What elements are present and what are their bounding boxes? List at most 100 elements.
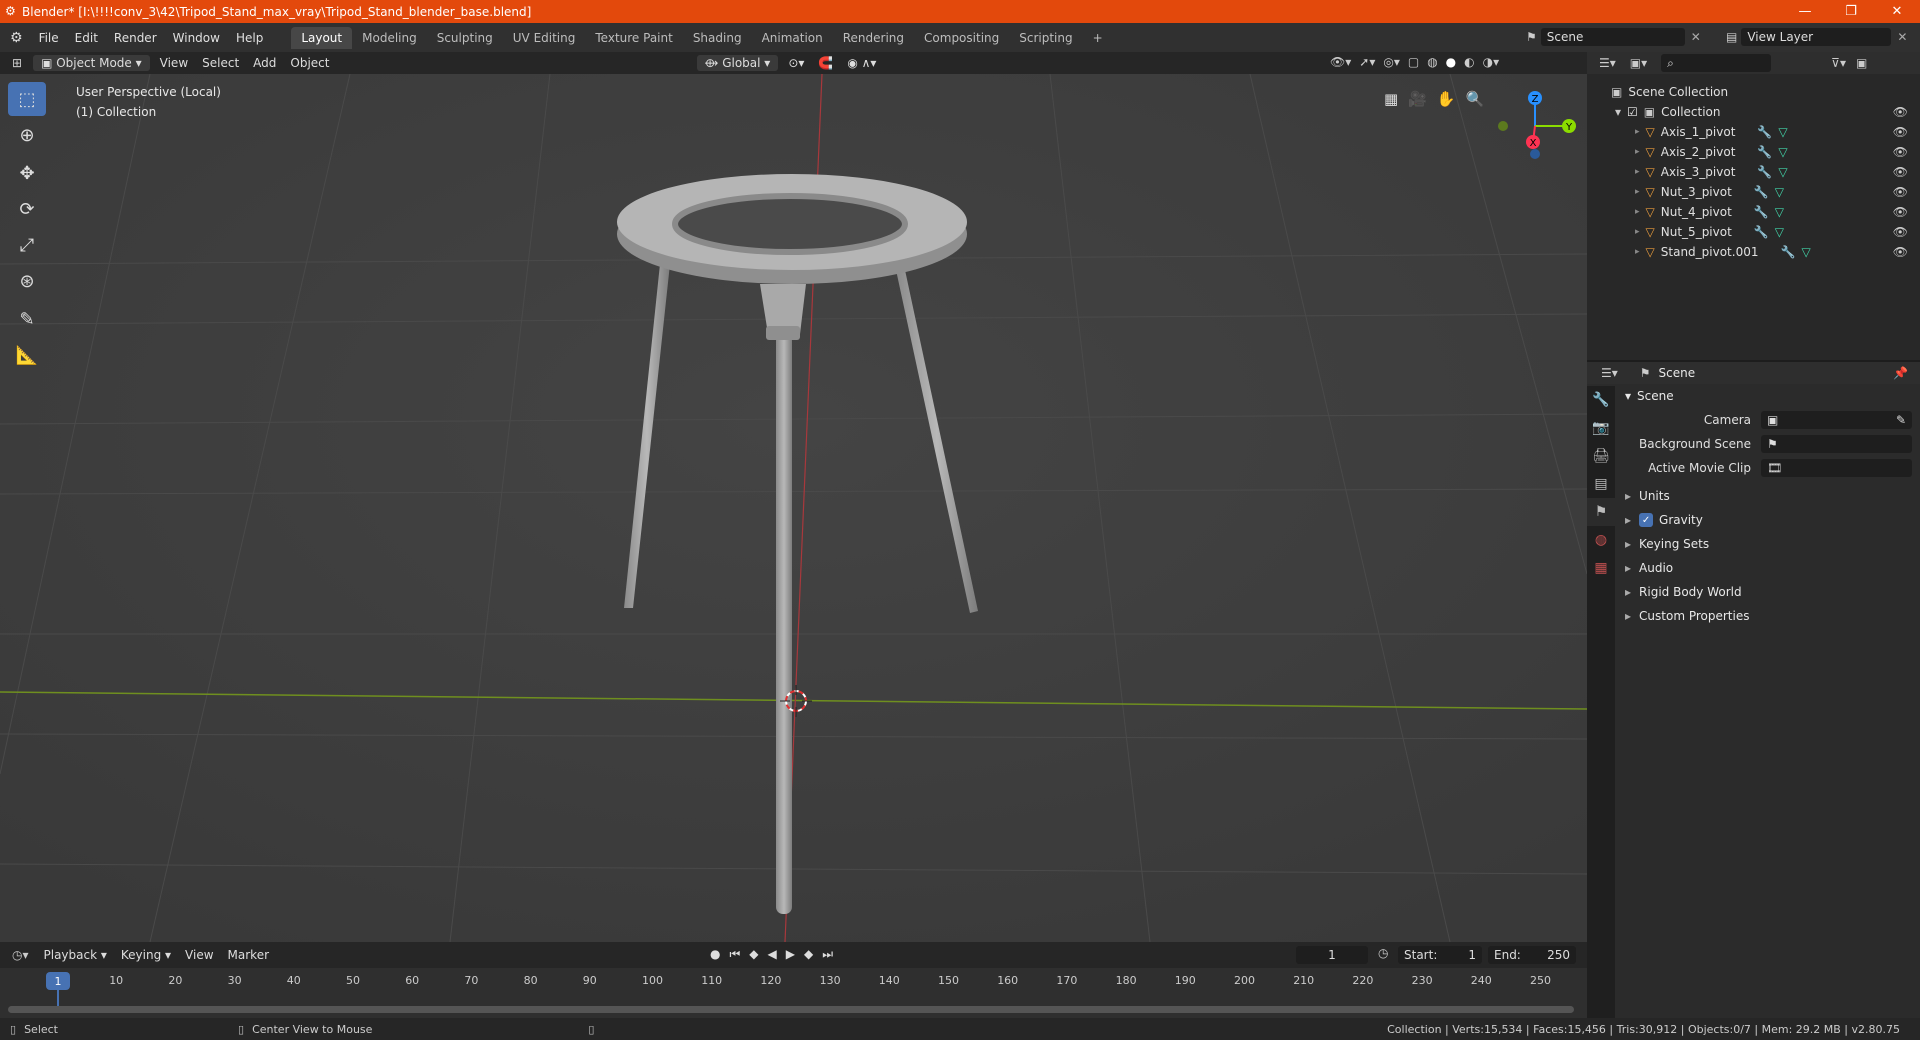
modifier-icon[interactable]: 🔧 (1754, 185, 1769, 199)
outliner-item[interactable]: ▸ ▽ Nut_5_pivot 🔧 ▽ 👁 (1587, 222, 1920, 242)
mesh-data-icon[interactable]: ▽ (1801, 245, 1810, 259)
tab-animation[interactable]: Animation (752, 27, 833, 49)
modifier-icon[interactable]: 🔧 (1757, 125, 1772, 139)
end-frame-field[interactable]: End: 250 (1488, 946, 1576, 964)
outliner-editor-icon[interactable]: ☰▾ (1599, 56, 1616, 70)
proportional-edit-icon[interactable]: ◉ ∧▾ (840, 56, 883, 70)
output-tab-icon[interactable]: 🖨 (1587, 442, 1615, 470)
menu-window[interactable]: Window (165, 31, 228, 45)
viewport-menu-select[interactable]: Select (195, 56, 246, 70)
eye-icon[interactable]: 👁 (1893, 105, 1908, 119)
eye-icon[interactable]: 👁 (1893, 125, 1908, 139)
overlay-toggle-icon[interactable]: ◎▾ (1383, 55, 1400, 69)
record-icon[interactable]: ● (710, 947, 720, 962)
solid-shading-icon[interactable]: ● (1446, 55, 1456, 69)
annotate-tool[interactable]: ✎ (8, 302, 46, 336)
outliner-item[interactable]: ▸ ▽ Axis_1_pivot 🔧 ▽ 👁 (1587, 122, 1920, 142)
zoom-view-icon[interactable]: 🔍 (1466, 90, 1485, 108)
current-frame-field[interactable]: 1 (1296, 946, 1368, 964)
modifier-icon[interactable]: 🔧 (1757, 165, 1772, 179)
timeline-menu-view[interactable]: View (178, 948, 220, 962)
scale-tool[interactable]: ⤢ (8, 228, 46, 262)
tab-uv-editing[interactable]: UV Editing (503, 27, 586, 49)
start-frame-field[interactable]: Start: 1 (1398, 946, 1482, 964)
tab-modeling[interactable]: Modeling (352, 27, 427, 49)
outliner-item[interactable]: ▸ ▽ Nut_4_pivot 🔧 ▽ 👁 (1587, 202, 1920, 222)
mesh-data-icon[interactable]: ▽ (1778, 125, 1787, 139)
close-window-button[interactable]: ✕ (1874, 0, 1920, 23)
expand-arrow-icon[interactable]: ▸ (1635, 227, 1640, 237)
3d-viewport[interactable]: Z Y X User Perspective (Local) (1) Colle… (0, 74, 1587, 942)
menu-render[interactable]: Render (106, 31, 165, 45)
viewport-menu-add[interactable]: Add (246, 56, 283, 70)
menu-file[interactable]: File (31, 31, 67, 45)
gravity-panel[interactable]: ▸ ✓ Gravity (1625, 508, 1912, 532)
jump-end-icon[interactable]: ⏭ (822, 947, 833, 962)
minimize-button[interactable]: — (1782, 0, 1828, 23)
xray-icon[interactable]: ▢ (1408, 55, 1419, 69)
display-mode-icon[interactable]: ▣▾ (1630, 56, 1647, 70)
modifier-icon[interactable]: 🔧 (1780, 245, 1795, 259)
mesh-data-icon[interactable]: ▽ (1775, 205, 1784, 219)
remove-view-layer-icon[interactable]: ✕ (1897, 30, 1907, 44)
play-icon[interactable]: ▶ (786, 947, 795, 962)
gravity-checkbox[interactable]: ✓ (1639, 513, 1654, 527)
custom-properties-panel[interactable]: ▸ Custom Properties (1625, 604, 1912, 628)
tool-tab-icon[interactable]: 🔧 (1587, 386, 1615, 414)
editor-type-icon[interactable]: ⊞ (12, 56, 22, 70)
expand-arrow-icon[interactable]: ▸ (1635, 207, 1640, 217)
grid-view-icon[interactable]: ▦ (1384, 90, 1398, 108)
visibility-icon[interactable]: 👁▾ (1330, 55, 1351, 69)
eye-icon[interactable]: 👁 (1893, 165, 1908, 179)
world-tab-icon[interactable]: ◍ (1587, 526, 1615, 554)
object-mode-dropdown[interactable]: ▣ Object Mode ▾ (33, 55, 150, 71)
wireframe-shading-icon[interactable]: ◍ (1427, 55, 1437, 69)
expand-arrow-icon[interactable]: ▸ (1635, 167, 1640, 177)
next-keyframe-icon[interactable]: ◆ (804, 947, 813, 962)
snap-icon[interactable]: 🧲 (811, 56, 840, 70)
add-workspace-button[interactable]: + (1083, 27, 1113, 49)
modifier-icon[interactable]: 🔧 (1754, 225, 1769, 239)
transform-orientation-dropdown[interactable]: ⟴ Global ▾ (696, 55, 779, 71)
expand-arrow-icon[interactable]: ▸ (1635, 147, 1640, 157)
expand-arrow-icon[interactable]: ▸ (1635, 247, 1640, 257)
keying-sets-panel[interactable]: ▸ Keying Sets (1625, 532, 1912, 556)
tab-scripting[interactable]: Scripting (1009, 27, 1082, 49)
tab-compositing[interactable]: Compositing (914, 27, 1009, 49)
view-layer-tab-icon[interactable]: ▤ (1587, 470, 1615, 498)
render-tab-icon[interactable]: 📷 (1587, 414, 1615, 442)
scene-selector[interactable]: Scene (1540, 28, 1685, 46)
camera-field[interactable]: ▣ ✎ (1761, 411, 1912, 429)
scene-tab-icon[interactable]: ⚑ (1587, 498, 1615, 526)
outliner-item[interactable]: ▸ ▽ Stand_pivot.001 🔧 ▽ 👁 (1587, 242, 1920, 262)
outliner-collection[interactable]: ▾ ☑ ▣ Collection 👁 (1587, 102, 1920, 122)
eye-icon[interactable]: 👁 (1893, 205, 1908, 219)
mesh-data-icon[interactable]: ▽ (1778, 145, 1787, 159)
preview-range-icon[interactable]: ◷ (1378, 946, 1388, 960)
menu-edit[interactable]: Edit (67, 31, 106, 45)
timeline-editor-icon[interactable]: ◷▾ (12, 948, 29, 962)
blender-menu-icon[interactable]: ⚙ (10, 30, 23, 46)
measure-tool[interactable]: 📐 (8, 338, 46, 372)
mesh-data-icon[interactable]: ▽ (1775, 225, 1784, 239)
filter-icon[interactable]: ⊽▾ (1831, 56, 1846, 70)
movie-clip-field[interactable]: 🎞 (1761, 459, 1912, 477)
audio-panel[interactable]: ▸ Audio (1625, 556, 1912, 580)
timeline-menu-playback[interactable]: Playback ▾ (37, 948, 114, 962)
eyedropper-icon[interactable]: ✎ (1896, 413, 1906, 427)
scene-panel-header[interactable]: ▾ Scene (1625, 384, 1912, 408)
menu-help[interactable]: Help (228, 31, 271, 45)
tab-layout[interactable]: Layout (291, 26, 353, 49)
select-box-tool[interactable]: ⬚ (8, 82, 46, 116)
mesh-data-icon[interactable]: ▽ (1775, 185, 1784, 199)
collapse-arrow-icon[interactable]: ▾ (1615, 105, 1621, 119)
outliner-item[interactable]: ▸ ▽ Axis_3_pivot 🔧 ▽ 👁 (1587, 162, 1920, 182)
eye-icon[interactable]: 👁 (1893, 145, 1908, 159)
tab-sculpting[interactable]: Sculpting (427, 27, 503, 49)
cursor-tool[interactable]: ⊕ (8, 118, 46, 152)
expand-arrow-icon[interactable]: ▸ (1635, 187, 1640, 197)
eye-icon[interactable]: 👁 (1893, 185, 1908, 199)
rotate-tool[interactable]: ⟳ (8, 192, 46, 226)
new-collection-icon[interactable]: ▣ (1856, 56, 1867, 70)
tab-rendering[interactable]: Rendering (833, 27, 914, 49)
